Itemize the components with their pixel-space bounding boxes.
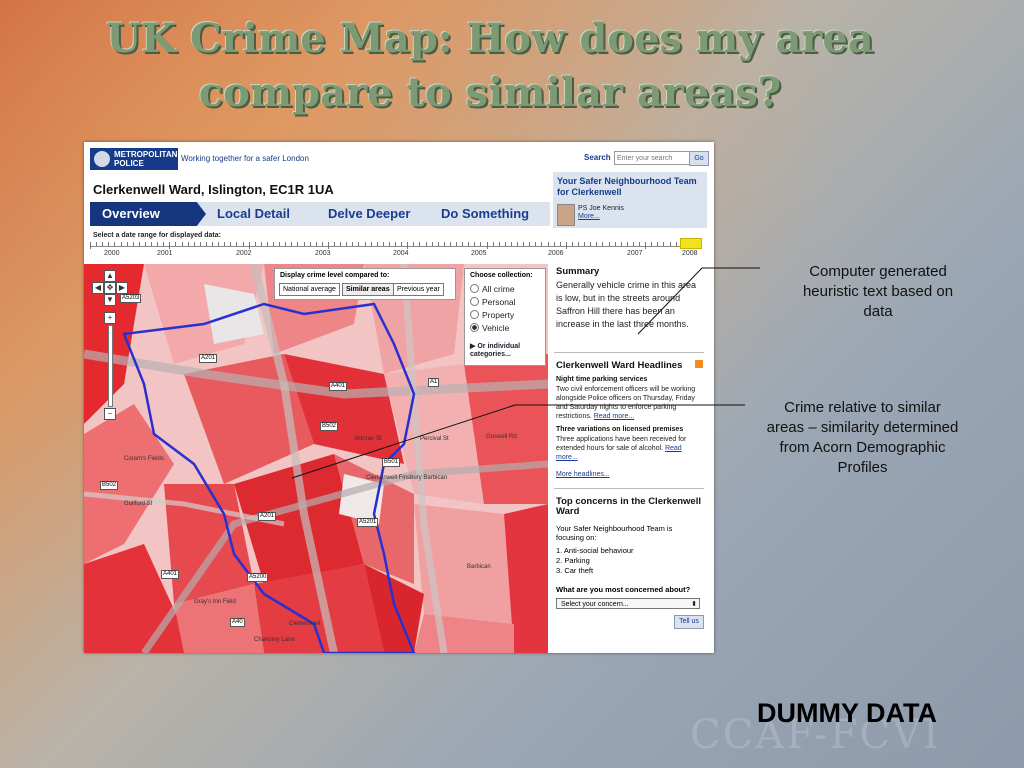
dummy-data-label: DUMMY DATA	[757, 698, 937, 728]
callout-summary: Computer generated heuristic text based …	[802, 263, 954, 320]
callout-lines	[291, 267, 760, 479]
callout-crime: Crime relative to similar areas – simila…	[766, 399, 959, 476]
